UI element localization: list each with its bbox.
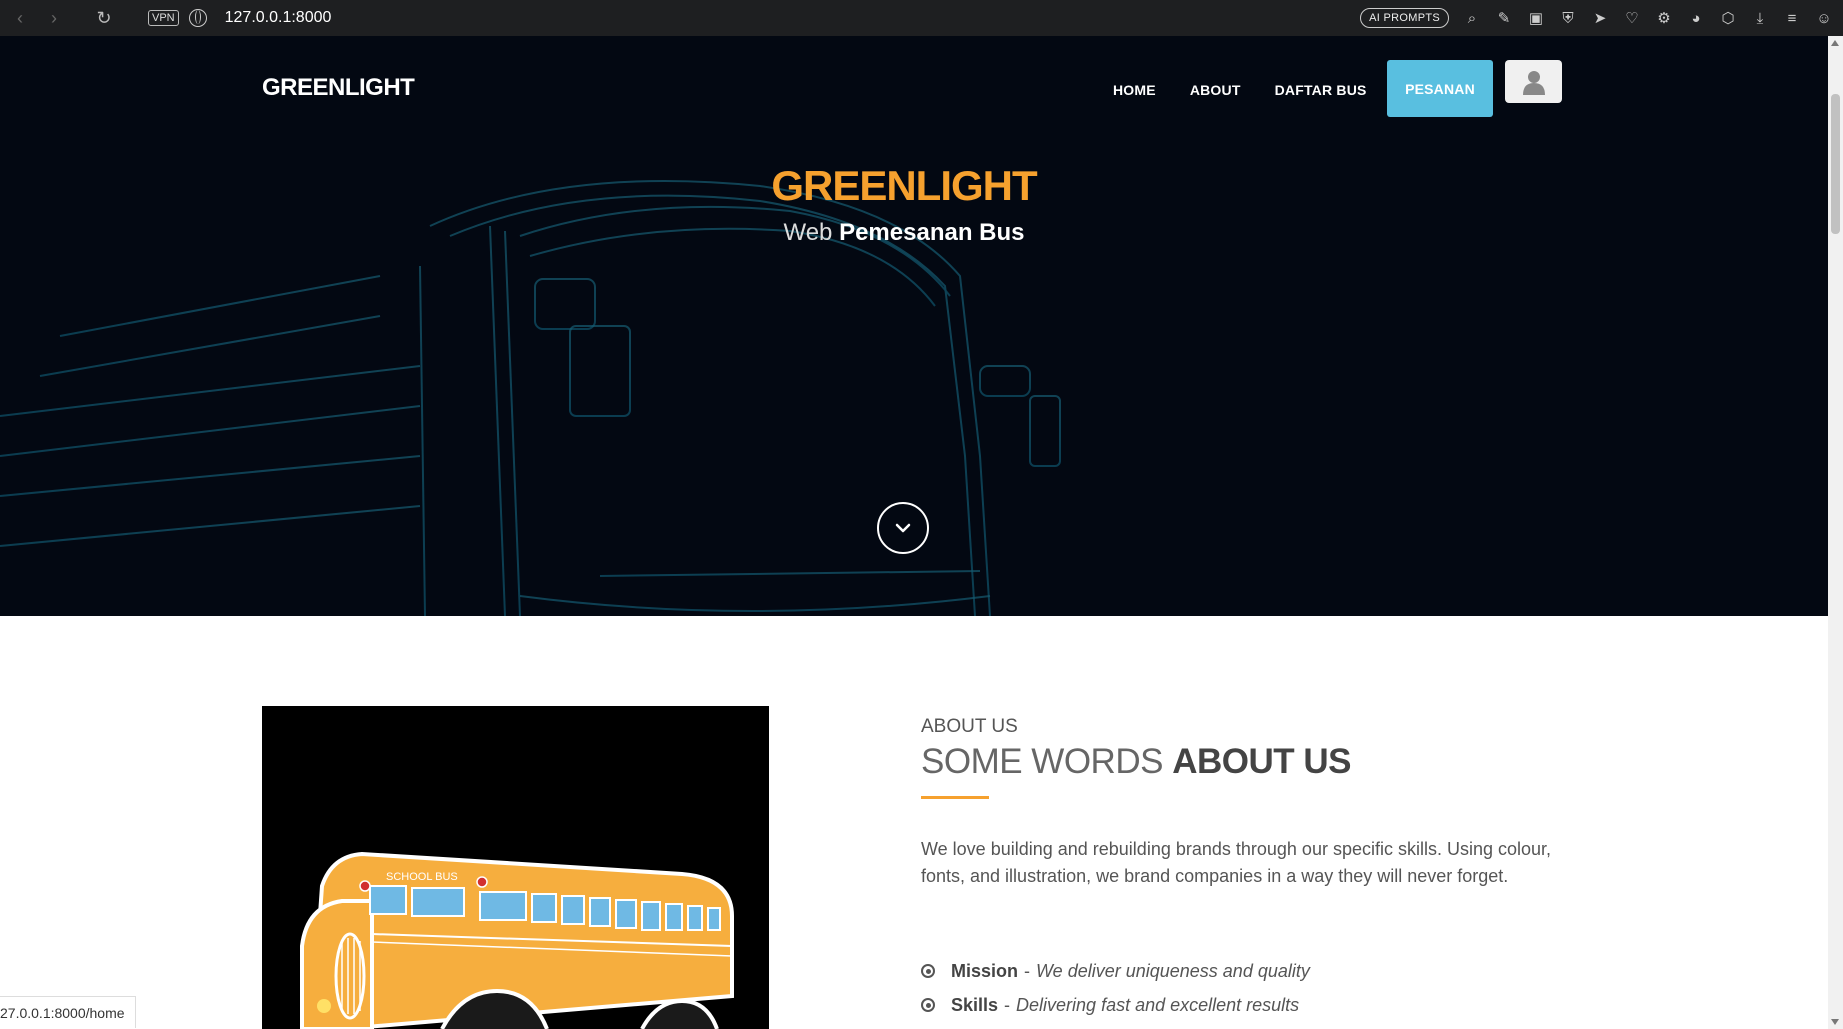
list-separator: - [1004,994,1011,1015]
main-nav: HOME ABOUT DAFTAR BUS [1100,60,1401,120]
school-bus-illustration: SCHOOL BUS [300,851,734,1029]
about-list: Mission - We deliver uniqueness and qual… [921,954,1310,1022]
list-desc: Delivering fast and excellent results [1016,994,1300,1015]
nav-daftar-bus[interactable]: DAFTAR BUS [1275,82,1367,98]
browser-toolbar: ‹ › ↻ VPN 127.0.0.1:8000 AI PROMPTS ⌕ ✎ … [0,0,1843,36]
search-icon[interactable]: ⌕ [1463,9,1481,27]
hero-subtitle: Web Pemesanan Bus [0,219,1808,247]
hero-subtitle-light: Web [783,219,833,246]
cube-icon[interactable]: ⬡ [1719,9,1737,27]
back-icon[interactable]: ‹ [6,4,34,32]
send-icon[interactable]: ➤ [1591,9,1609,27]
scrollbar-thumb[interactable] [1831,94,1840,234]
list-item: Skills - Delivering fast and excellent r… [921,988,1310,1022]
color-wheel-icon[interactable]: ◕ [1687,9,1705,27]
hero-section: GREENLIGHT HOME ABOUT DAFTAR BUS PESANAN… [0,36,1828,616]
nav-home[interactable]: HOME [1113,82,1156,98]
hero-subtitle-bold: Pemesanan Bus [839,219,1025,246]
bus-label: SCHOOL BUS [386,871,458,883]
target-icon [921,964,935,978]
target-icon [921,998,935,1012]
vpn-badge[interactable]: VPN [148,10,179,26]
about-heading-bold: ABOUT US [1172,742,1351,781]
shield-icon[interactable]: ⛨ [1559,9,1577,27]
list-term: Skills [951,994,999,1015]
about-body: We love building and rebuilding brands t… [921,839,1552,886]
list-term: Mission [951,960,1019,981]
download-icon[interactable]: ⤓ [1751,9,1769,27]
page-scrollbar[interactable] [1828,36,1843,1029]
toolbar-right: AI PROMPTS ⌕ ✎ ▣ ⛨ ➤ ♡ ⚙ ◕ ⬡ ⤓ ≡ ☺ [1360,0,1833,36]
scroll-down-button[interactable] [877,502,929,554]
address-bar[interactable]: 127.0.0.1:8000 [225,9,332,27]
reload-icon[interactable]: ↻ [90,4,118,32]
chevron-down-icon [895,523,911,533]
profile-icon[interactable]: ☺ [1815,9,1833,27]
heading-underline [921,796,989,799]
user-icon [1522,70,1545,95]
status-bar-url: 27.0.0.1:8000/home [0,996,136,1028]
list-desc: We deliver uniqueness and quality [1036,960,1310,981]
about-eyebrow: ABOUT US [921,716,1018,737]
extension-icon[interactable]: ⚙ [1655,9,1673,27]
pesanan-button[interactable]: PESANAN [1387,60,1493,117]
globe-icon [188,9,207,27]
hero-title: GREENLIGHT [771,162,1037,209]
settings-icon[interactable]: ≡ [1783,9,1801,27]
scroll-up-arrow-icon[interactable] [1831,40,1839,46]
list-item: Mission - We deliver uniqueness and qual… [921,954,1310,988]
brand-logo[interactable]: GREENLIGHT [262,74,415,102]
list-separator: - [1024,960,1031,981]
about-image: SCHOOL BUS [262,706,769,1029]
about-heading: SOME WORDS ABOUT US [921,742,1351,782]
nav-about[interactable]: ABOUT [1190,82,1241,98]
about-heading-light: SOME WORDS [921,742,1163,781]
user-avatar-button[interactable] [1505,60,1562,103]
camera-icon[interactable]: ▣ [1527,9,1545,27]
heart-icon[interactable]: ♡ [1623,9,1641,27]
edit-icon[interactable]: ✎ [1495,9,1513,27]
ai-prompts-button[interactable]: AI PROMPTS [1360,8,1449,28]
forward-icon[interactable]: › [40,4,68,32]
scroll-down-arrow-icon[interactable] [1831,1019,1839,1025]
